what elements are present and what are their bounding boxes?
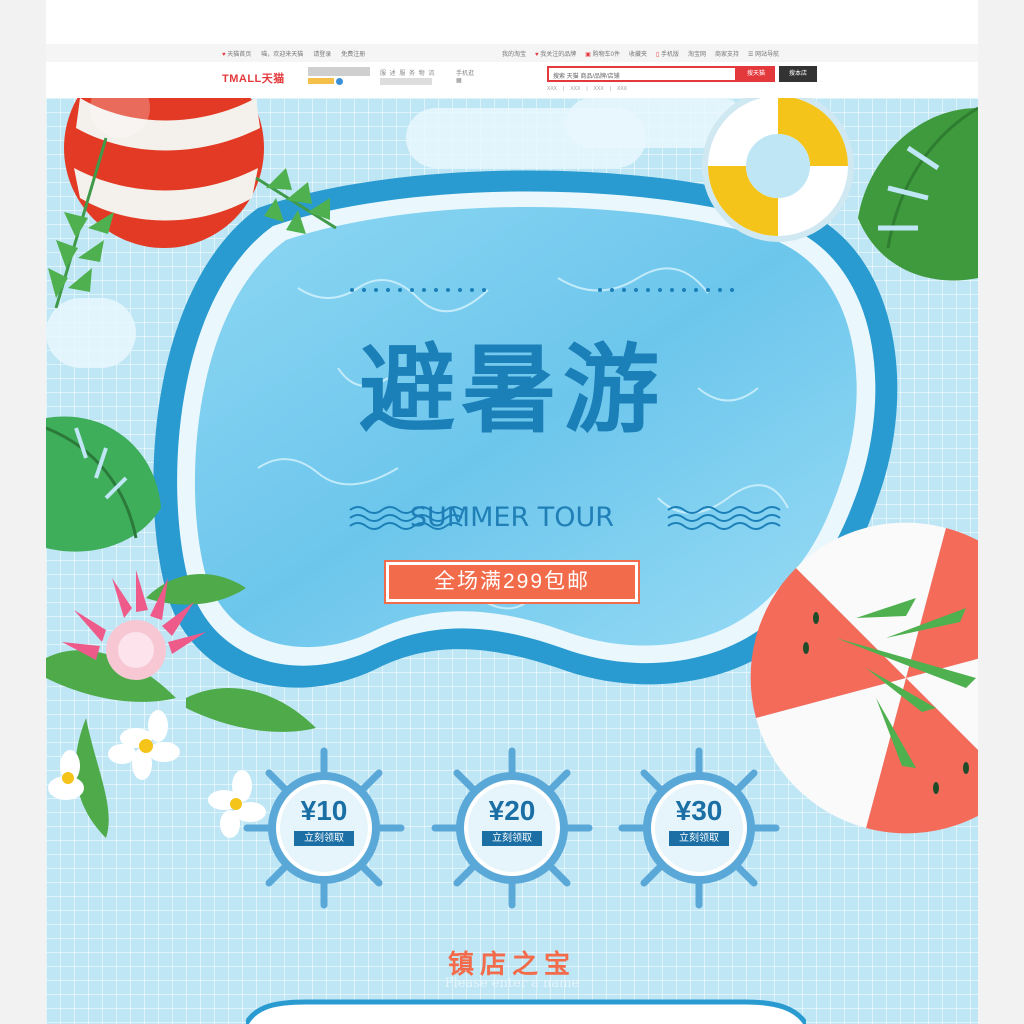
ship-wheel-icon [431,747,593,909]
top-bar: ♥ 天猫首页 喵，欢迎来天猫 请登录 免费注册 我的淘宝 ♥ 我关注的品牌 ▣ … [46,44,978,63]
site-nav-label: 网站导航 [755,52,780,58]
coupon-claim-button[interactable]: 立刻领取 [669,831,729,846]
hint-link[interactable]: XXX [617,86,627,92]
ship-wheel-icon [618,747,780,909]
search-hints: XXX | XXX | XXX | XXX [547,86,627,92]
tmall-logo[interactable]: TMALL天猫 [222,70,285,86]
home-link-label: 天猫首页 [227,52,252,58]
page-frame: ♥ 天猫首页 喵，欢迎来天猫 请登录 免费注册 我的淘宝 ♥ 我关注的品牌 ▣ … [46,0,978,1024]
banner-subtitle: SUMMER TOUR [409,502,615,533]
coupon-amount: ¥20 [488,795,536,826]
search-store-button[interactable]: 搜本店 [779,66,817,82]
followed-brands-link[interactable]: ♥ 我关注的品牌 [535,49,576,58]
monstera-leaf-decoration [858,106,978,281]
ship-wheel-icon [243,747,405,909]
store-header: TMALL天猫 服 述 服 务 物 流 手机逛 ▦ 搜索 天猫 商品/品牌/店铺 … [46,62,978,98]
hint-divider: | [586,86,588,92]
followed-brands-label: 我关注的品牌 [540,52,577,58]
home-icon: ♥ [222,52,226,58]
mobile-visit[interactable]: 手机逛 ▦ [456,68,474,84]
shop-info-icon[interactable] [336,78,343,85]
phone-icon: ▯ [655,52,660,58]
cart-label: 购物车0件 [592,52,620,58]
product-panel-edge [246,999,806,1024]
banner-title: 避暑游 [359,334,665,446]
search-input[interactable]: 搜索 天猫 商品/品牌/店铺 [547,66,737,82]
search-tmall-button[interactable]: 搜天猫 [737,66,775,82]
coupon-10[interactable]: ¥10 立刻领取 [239,743,409,913]
my-taobao-link[interactable]: 我的淘宝 [502,49,526,58]
home-link[interactable]: ♥ 天猫首页 [222,49,251,58]
merchant-support-link[interactable]: 商家支持 [715,49,739,58]
promo-badge[interactable]: 全场满299包邮 [384,560,640,604]
shop-name-placeholder [308,67,370,76]
top-bar-right: 我的淘宝 ♥ 我关注的品牌 ▣ 购物车0件 收藏夹 ▯ 手机版 淘宝网 商家支持… [502,49,779,58]
shop-rating-text: 服 述 服 务 物 流 [380,71,436,77]
site-nav-link[interactable]: ☰ 网站导航 [748,49,779,58]
shop-badge [308,78,334,84]
taobao-link[interactable]: 淘宝网 [688,49,706,58]
shop-rating-bar [380,78,432,85]
menu-icon: ☰ [748,52,754,58]
top-bar-left: ♥ 天猫首页 喵，欢迎来天猫 请登录 免费注册 [222,49,365,58]
login-link[interactable]: 请登录 [313,49,331,58]
mobile-visit-label: 手机逛 [456,71,475,77]
coupon-30[interactable]: ¥30 立刻领取 [614,743,784,913]
hint-divider: | [609,86,611,92]
life-ring-illustration [702,98,854,242]
section-subtitle: Please enter a name [444,976,580,991]
heart-icon: ♥ [535,52,539,58]
coupon-claim-button[interactable]: 立刻领取 [294,831,354,846]
coupon-amount: ¥30 [675,795,723,826]
coupon-amount: ¥10 [300,795,348,826]
hint-link[interactable]: XXX [570,86,580,92]
hint-divider: | [563,86,565,92]
palm-leaf-decoration [48,137,337,309]
mobile-link[interactable]: ▯ 手机版 [656,49,679,58]
favorites-link[interactable]: 收藏夹 [629,49,647,58]
summer-banner: 避暑游 SUMMER TOUR 全场满299包邮 ¥10 立刻领取 ¥20 立刻… [46,98,978,1024]
cart-link[interactable]: ▣ 购物车0件 [585,49,620,58]
hint-link[interactable]: XXX [547,86,557,92]
mobile-label: 手机版 [660,52,679,58]
cart-icon: ▣ [585,52,591,58]
register-link[interactable]: 免费注册 [341,49,365,58]
welcome-text: 喵，欢迎来天猫 [261,52,304,58]
hint-link[interactable]: XXX [594,86,604,92]
coupon-claim-button[interactable]: 立刻领取 [482,831,542,846]
qr-icon: ▦ [456,78,462,84]
coupon-20[interactable]: ¥20 立刻领取 [427,743,597,913]
